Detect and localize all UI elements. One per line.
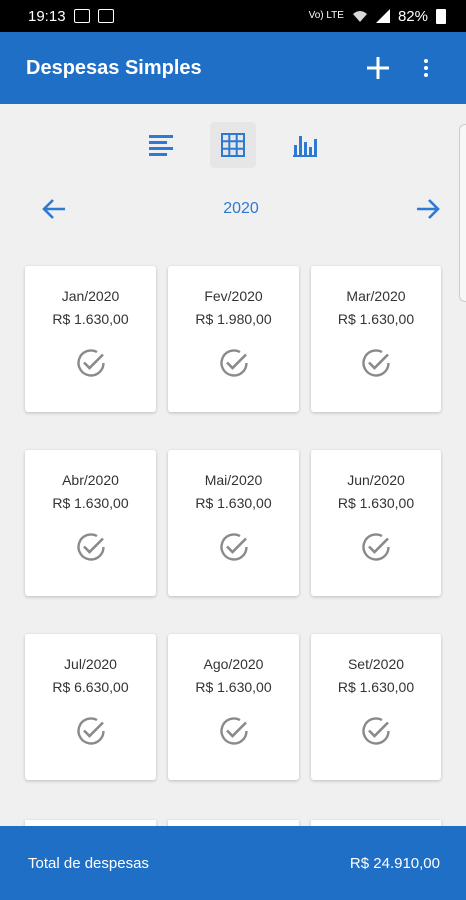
grid-icon (221, 133, 245, 157)
scroll-indicator (459, 124, 466, 302)
total-footer: Total de despesas R$ 24.910,00 (0, 826, 466, 900)
month-label: Mai/2020 (204, 472, 263, 488)
month-label: Fev/2020 (204, 288, 263, 304)
month-value: R$ 1.630,00 (337, 495, 415, 511)
month-card[interactable]: Jun/2020 R$ 1.630,00 (311, 450, 441, 596)
month-card[interactable]: Mar/2020 R$ 1.630,00 (311, 266, 441, 412)
month-value: R$ 1.630,00 (337, 679, 415, 695)
month-label: Ago/2020 (203, 656, 264, 672)
month-card[interactable]: Fev/2020 R$ 1.980,00 (168, 266, 299, 412)
more-options-button[interactable] (402, 44, 450, 92)
chart-view-button[interactable] (282, 122, 328, 168)
total-value: R$ 24.910,00 (349, 854, 440, 872)
total-label: Total de despesas (28, 854, 149, 872)
app-notification-icon (97, 9, 114, 23)
network-label: Vo) LTE (308, 10, 344, 21)
check-circle-icon (219, 349, 248, 377)
month-value: R$ 1.630,00 (337, 311, 415, 327)
month-label: Mar/2020 (346, 288, 406, 304)
more-vert-icon (424, 59, 428, 77)
check-circle-icon (76, 533, 105, 561)
check-circle-icon (362, 349, 390, 377)
month-card[interactable]: Jul/2020 R$ 6.630,00 (25, 634, 156, 780)
check-circle-icon (362, 717, 390, 745)
grid-view-button[interactable] (210, 122, 256, 168)
check-circle-icon (219, 717, 248, 745)
month-value: R$ 1.630,00 (52, 311, 129, 327)
status-time: 19:13 (28, 7, 66, 25)
check-circle-icon (76, 349, 105, 377)
plus-icon (367, 57, 389, 79)
check-circle-icon (362, 533, 390, 561)
check-circle-icon (76, 717, 105, 745)
month-value: R$ 1.630,00 (52, 495, 129, 511)
month-value: R$ 6.630,00 (52, 679, 129, 695)
wifi-icon (352, 11, 367, 22)
month-card[interactable]: Jan/2020 R$ 1.630,00 (25, 266, 156, 412)
month-label: Jul/2020 (64, 656, 117, 672)
status-bar: 19:13 Vo) LTE 82% (0, 0, 466, 32)
list-view-button[interactable] (138, 122, 184, 168)
gallery-notification-icon (73, 9, 90, 23)
arrow-right-icon (417, 199, 440, 219)
month-label: Jun/2020 (347, 472, 405, 488)
month-card[interactable]: Ago/2020 R$ 1.630,00 (168, 634, 299, 780)
arrow-left-icon (42, 199, 65, 219)
month-card[interactable]: Set/2020 R$ 1.630,00 (311, 634, 441, 780)
bar-chart-icon (293, 136, 317, 157)
year-navigation: 2020 (0, 188, 466, 230)
signal-icon (375, 9, 390, 23)
list-icon (149, 135, 173, 156)
check-circle-icon (219, 533, 248, 561)
view-toggle (0, 122, 466, 170)
add-expense-button[interactable] (354, 44, 402, 92)
month-label: Abr/2020 (62, 472, 119, 488)
month-label: Jan/2020 (61, 288, 120, 304)
month-grid: Jan/2020 R$ 1.630,00 Fev/2020 R$ 1.980,00 Ma… (25, 266, 442, 780)
month-card[interactable]: Abr/2020 R$ 1.630,00 (25, 450, 156, 596)
app-title: Despesas Simples (26, 56, 202, 79)
year-label: 2020 (223, 200, 259, 217)
battery-percent: 82% (397, 7, 428, 25)
month-value: R$ 1.980,00 (195, 311, 272, 327)
previous-year-button[interactable] (38, 193, 70, 225)
next-year-button[interactable] (412, 193, 444, 225)
battery-icon (436, 8, 446, 24)
month-card[interactable]: Mai/2020 R$ 1.630,00 (168, 450, 299, 596)
month-value: R$ 1.630,00 (195, 495, 272, 511)
month-value: R$ 1.630,00 (195, 679, 272, 695)
app-bar: Despesas Simples (0, 32, 466, 104)
month-label: Set/2020 (347, 656, 405, 672)
